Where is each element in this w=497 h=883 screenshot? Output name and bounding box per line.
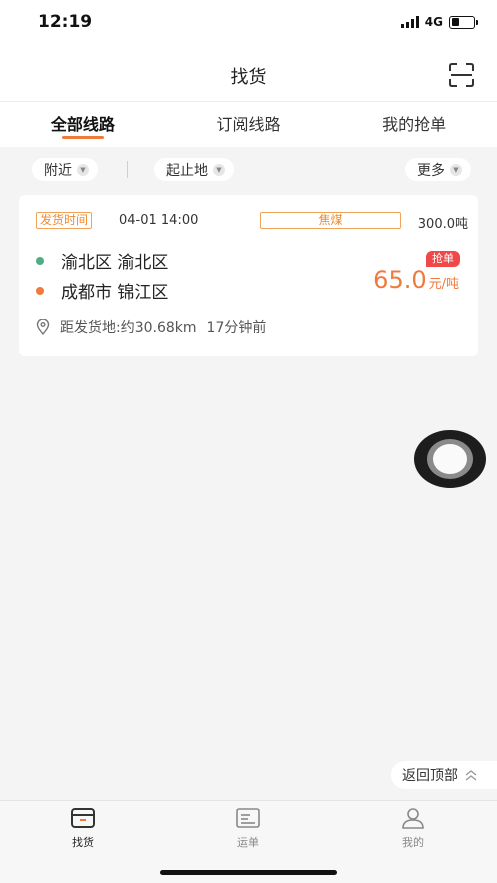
status-indicators: 4G (400, 15, 478, 29)
scan-button[interactable] (448, 63, 475, 87)
tab-my-grabs[interactable]: 我的抢单 (331, 102, 497, 147)
filter-more[interactable]: 更多 ▼ (405, 158, 471, 181)
destination-dot (36, 286, 44, 295)
origin-dot (36, 256, 44, 265)
filter-origin-destination[interactable]: 起止地 ▼ (154, 158, 234, 181)
tabbar-item-waybill[interactable]: 运单 (208, 807, 288, 850)
filter-origin-destination-label: 起止地 (166, 162, 208, 179)
nav-bar: 找货 (0, 50, 497, 102)
battery-icon (449, 15, 478, 29)
assistive-touch-ring (427, 439, 473, 479)
price: 65.0 元/吨 (373, 266, 459, 294)
destination-location: 成都市 锦江区 (61, 283, 169, 303)
tabbar-label-waybill: 运单 (237, 836, 259, 849)
price-unit: 元/吨 (428, 277, 459, 292)
profile-icon (402, 808, 424, 829)
waybill-icon (236, 808, 260, 828)
cargo-card[interactable]: 发货时间 04-01 14:00 焦煤 300.0吨 渝北区 渝北区 成都市 锦… (19, 195, 478, 356)
network-type: 4G (424, 15, 443, 29)
signal-icon (400, 16, 419, 28)
home-indicator (160, 870, 337, 875)
distance-row: 距发货地:约30.68km 17分钟前 (36, 317, 266, 337)
chevron-down-icon: ▼ (450, 163, 462, 176)
chevron-down-icon: ▼ (213, 163, 225, 176)
page-title: 找货 (230, 67, 267, 88)
ship-time-label: 发货时间 (36, 212, 93, 229)
origin-row: 渝北区 渝北区 (36, 248, 168, 273)
tabbar-item-profile[interactable]: 我的 (373, 807, 453, 850)
grab-badge: 抢单 (426, 251, 460, 267)
tab-subscribed-routes[interactable]: 订阅线路 (166, 102, 332, 147)
destination-row: 成都市 锦江区 (36, 278, 168, 303)
ship-time: 04-01 14:00 (119, 213, 199, 228)
cargo-weight: 300.0吨 (417, 217, 468, 232)
filter-bar: 附近 ▼ 起止地 ▼ 更多 ▼ (0, 147, 497, 191)
back-to-top-label: 返回顶部 (402, 768, 458, 784)
tab-all-routes[interactable]: 全部线路 (0, 102, 166, 147)
filter-divider (127, 161, 128, 178)
chevron-down-icon: ▼ (77, 163, 89, 176)
location-pin-icon (36, 319, 50, 335)
route-tabs: 全部线路 订阅线路 我的抢单 (0, 102, 497, 147)
posted-time: 17分钟前 (206, 320, 267, 336)
price-value: 65.0 (373, 266, 427, 294)
filter-nearby[interactable]: 附近 ▼ (32, 158, 98, 181)
tabbar-label-profile: 我的 (402, 836, 424, 849)
tabbar-item-find-cargo[interactable]: 找货 (43, 807, 123, 850)
tabbar-label-find-cargo: 找货 (72, 836, 94, 849)
distance-text: 距发货地:约30.68km (60, 320, 197, 336)
double-chevron-up-icon (465, 770, 477, 781)
status-bar: 12:19 4G (0, 0, 497, 50)
scan-icon (449, 63, 474, 87)
filter-more-label: 更多 (417, 162, 445, 179)
back-to-top-button[interactable]: 返回顶部 (391, 761, 497, 789)
assistive-touch-button[interactable] (414, 430, 486, 488)
cargo-type-tag: 焦煤 (260, 212, 401, 229)
status-time: 12:19 (38, 12, 93, 32)
cargo-box-icon (71, 808, 95, 828)
origin-location: 渝北区 渝北区 (61, 253, 169, 273)
filter-nearby-label: 附近 (44, 162, 72, 179)
